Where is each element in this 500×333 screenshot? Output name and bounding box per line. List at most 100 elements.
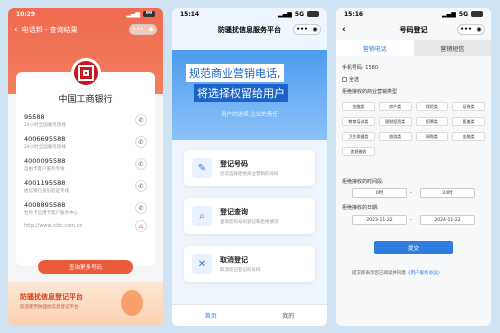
phone-number: 95588 <box>24 112 45 121</box>
type-chip[interactable]: 招聘类 <box>415 117 449 126</box>
more-dots-icon[interactable]: ••• <box>296 26 308 33</box>
phone-screen-platform-home: 15:14 ▂▄▆ 5G 防骚扰信息服务平台 ••• ◉ 规范商业营销电话, 将选择… <box>172 8 327 326</box>
hero-line-1: 规范商业营销电话, <box>186 64 284 82</box>
menu-desc: 查询您的号码登记和拒绝情况 <box>220 220 279 225</box>
range-separator: - <box>410 217 412 223</box>
date-to-field[interactable]: 2024-11-22 <box>420 215 475 225</box>
number-description: 24小时全国服务热线 <box>24 144 66 150</box>
status-time: 15:14 <box>180 10 200 18</box>
promo-banner[interactable]: 防骚扰信息登记平台 欢迎使用防骚扰信息登记平台 <box>8 282 163 326</box>
tab-marketing-sms[interactable]: 营销短信 <box>413 40 491 56</box>
phone-number: 4000095588 <box>24 156 66 165</box>
submit-button[interactable]: 提交 <box>374 241 453 254</box>
status-icons: ▂▄▆ 5G <box>278 11 319 18</box>
cancel-document-icon: ✕ <box>192 254 212 274</box>
nav-title: 防骚扰信息服务平台 <box>218 26 281 34</box>
bank-name: 中国工商银行 <box>58 95 113 105</box>
mini-program-capsule[interactable]: ••• ◉ <box>129 24 157 35</box>
phone-number-row: 手机号码: 1580 <box>342 64 378 71</box>
hero-subtitle: 用户的选择,企业的责任 <box>221 112 278 118</box>
menu-desc: 您可选择拒绝商业营销的号码 <box>220 172 279 177</box>
service-agreement-link[interactable]: 《用户服务协议》 <box>406 271 442 276</box>
close-circle-icon[interactable]: ◉ <box>312 26 317 33</box>
number-description: 自由卡客户服务专线 <box>24 166 65 172</box>
battery-icon <box>307 11 319 17</box>
menu-query-registration[interactable]: ⌕ 登记查询 查询您的号码登记和拒绝情况 <box>184 198 315 234</box>
hero-banner: 规范商业营销电话, 将选择权留给用户 用户的选择,企业的责任 <box>172 50 327 140</box>
type-chip[interactable]: 医美类 <box>452 117 485 126</box>
status-time: 15:16 <box>344 10 364 18</box>
tab-marketing-calls[interactable]: 营销电话 <box>336 40 414 56</box>
select-all-row[interactable]: 全选 <box>342 76 359 83</box>
phone-number: 4006695588 <box>24 134 66 143</box>
close-circle-icon[interactable]: ◉ <box>476 26 481 33</box>
mini-program-capsule[interactable]: ••• ◉ <box>457 24 485 35</box>
call-phone-icon[interactable]: ✆ <box>135 114 147 126</box>
back-arrow-icon[interactable]: ‹ <box>342 25 346 35</box>
mini-program-capsule[interactable]: ••• ◉ <box>293 24 321 35</box>
number-row: 4000095588 自由卡客户服务专线 ✆ <box>16 153 155 175</box>
banner-subtitle: 欢迎使用防骚扰信息登记平台 <box>20 305 79 310</box>
type-chip[interactable]: 金融类 <box>452 132 485 141</box>
type-chip[interactable]: 教育培训类 <box>342 117 375 126</box>
type-chip[interactable]: 房产类 <box>378 102 412 111</box>
call-phone-icon[interactable]: ✆ <box>135 136 147 148</box>
range-separator: - <box>410 190 412 196</box>
date-from-field[interactable]: 2023-11-22 <box>352 215 407 225</box>
phone-screen-bank-lookup: 10:29 ▂▄▆ 99 ‹ 电话邦 - 查询结果 ••• ◉ 中国工商银行 955… <box>8 8 163 326</box>
bottom-tab-bar: 首页 我的 <box>172 304 327 326</box>
type-chip-grid: 金融类 房产类 保险类 证券类 教育培训类 理财投资类 招聘类 医美类 卫生保健类 旅游类 网购类金… <box>342 102 485 156</box>
phone-value: 1580 <box>365 65 379 71</box>
phone-label: 手机号码: <box>342 65 364 71</box>
nav-bar: ‹ 电话邦 - 查询结果 ••• ◉ <box>8 20 163 40</box>
home-icon[interactable]: ⌂ <box>135 220 147 232</box>
type-chip[interactable]: 证券类 <box>452 102 485 111</box>
query-more-button[interactable]: 查询更多号码 <box>38 260 133 274</box>
select-all-checkbox[interactable] <box>342 77 347 82</box>
menu-cancel-registration[interactable]: ✕ 取消登记 取消您已登记的号码 <box>184 246 315 282</box>
number-list: 95588 24小时全国服务热线 ✆ 4006695588 24小时全国服务热线 ✆ 400… <box>16 109 155 219</box>
type-chip[interactable]: 网购类 <box>415 132 449 141</box>
call-phone-icon[interactable]: ✆ <box>135 180 147 192</box>
type-chip[interactable]: 理财投资类 <box>378 117 412 126</box>
number-row: 95588 24小时全国服务热线 ✆ <box>16 109 155 131</box>
channel-tabs: 营销电话 营销短信 <box>336 40 491 56</box>
type-chip[interactable]: 卫生保健类 <box>342 132 375 141</box>
back-arrow-icon[interactable]: ‹ <box>14 25 18 35</box>
menu-register-number[interactable]: ✎ 登记号码 您可选择拒绝商业营销的号码 <box>184 150 315 186</box>
type-chip[interactable]: 金融类 <box>342 102 375 111</box>
tab-mine[interactable]: 我的 <box>282 311 294 320</box>
type-chip[interactable]: 保险类 <box>415 102 449 111</box>
type-chip[interactable]: 旅游类 <box>378 132 412 141</box>
call-phone-icon[interactable]: ✆ <box>135 158 147 170</box>
call-phone-icon[interactable]: ✆ <box>135 202 147 214</box>
status-icons: ▂▄▆ 5G <box>442 11 483 18</box>
tab-home[interactable]: 首页 <box>205 311 217 320</box>
register-form-icon: ✎ <box>192 158 212 178</box>
battery-icon <box>471 11 483 17</box>
time-from-field[interactable]: 0时 <box>352 188 407 198</box>
website-row[interactable]: http://www.icbc.com.cn ⌂ <box>16 219 155 233</box>
bank-card: 中国工商银行 95588 24小时全国服务热线 ✆ 4006695588 24小时全国服… <box>16 58 155 266</box>
website-url[interactable]: http://www.icbc.com.cn <box>24 223 83 229</box>
query-monitor-icon: ⌕ <box>192 206 212 226</box>
more-dots-icon[interactable]: ••• <box>460 26 472 33</box>
nav-title: 号码登记 <box>399 26 428 34</box>
number-row: 4006695588 24小时全国服务热线 ✆ <box>16 131 155 153</box>
agree-prefix: 提交即表示您已阅读并同意 <box>352 271 406 276</box>
hero-line-2: 将选择权留给用户 <box>194 84 288 102</box>
status-time: 10:29 <box>16 10 36 18</box>
reject-date-label: 拒绝接收的日期: <box>342 205 379 211</box>
number-description: 短信银行身份验证专线 <box>24 188 69 194</box>
nav-title: 电话邦 - 查询结果 <box>21 26 78 34</box>
more-dots-icon[interactable]: ••• <box>133 26 144 33</box>
reject-time-label: 拒绝接收的时间段: <box>342 179 384 185</box>
nav-bar: 防骚扰信息服务平台 ••• ◉ <box>172 20 327 40</box>
time-to-field[interactable]: 24时 <box>420 188 475 198</box>
select-all-label: 全选 <box>349 77 360 83</box>
type-chip[interactable]: 违规催收 <box>342 147 375 156</box>
close-circle-icon[interactable]: ◉ <box>148 26 153 33</box>
agreement-text: 提交即表示您已阅读并同意《用户服务协议》 <box>352 270 442 276</box>
status-bar: 15:16 ▂▄▆ 5G <box>336 8 491 20</box>
mascot-illustration <box>121 290 143 316</box>
